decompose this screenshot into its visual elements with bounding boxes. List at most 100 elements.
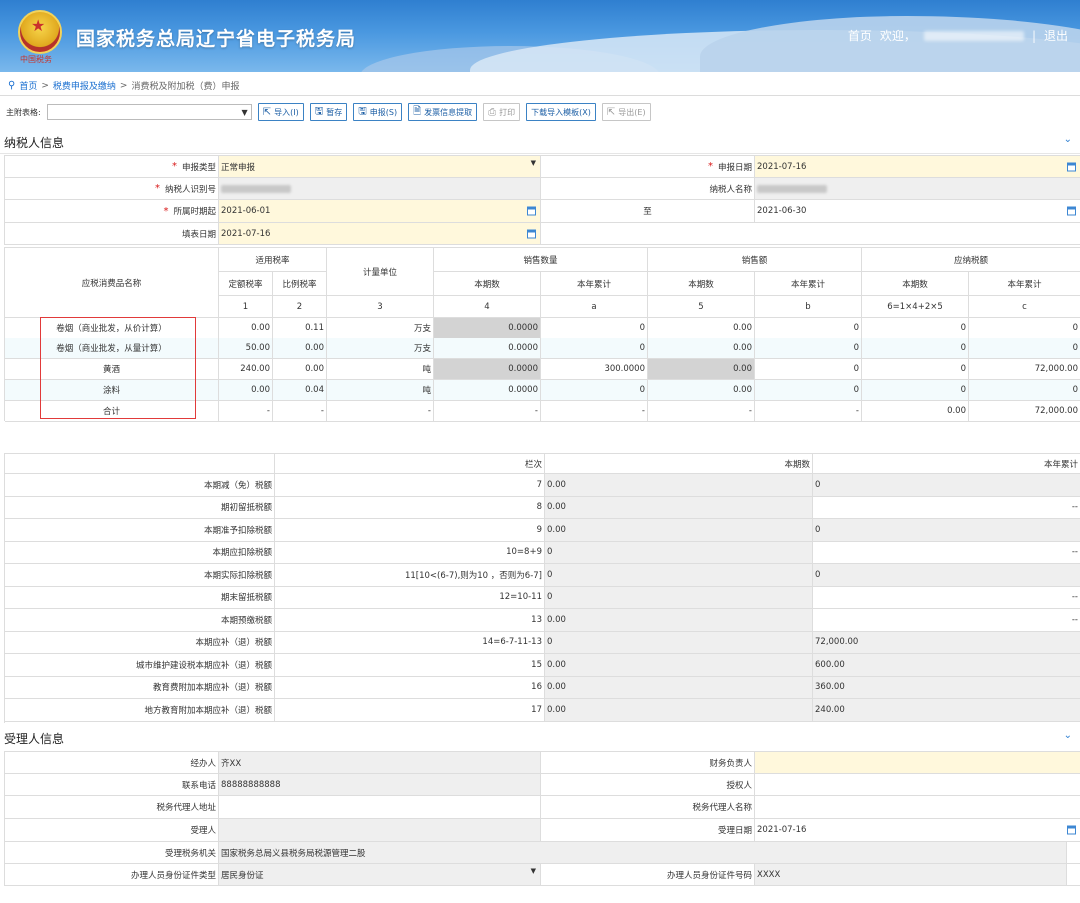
calc-ytd-value[interactable]: -- bbox=[813, 609, 1080, 632]
goods-value-cell[interactable]: 0.00 bbox=[273, 338, 327, 359]
goods-value-cell[interactable]: 0 bbox=[969, 318, 1080, 339]
calc-current-value[interactable]: 0.00 bbox=[545, 699, 813, 722]
fill-date-field[interactable]: 2021-07-16 bbox=[219, 223, 541, 245]
save-icon: 🖫 bbox=[314, 105, 324, 117]
col-header-current: 本期数 bbox=[862, 272, 969, 296]
col-code: b bbox=[755, 296, 862, 318]
goods-value-cell[interactable]: 0 bbox=[541, 380, 648, 401]
submit-button[interactable]: 🖫 申报(S) bbox=[353, 103, 403, 121]
calc-current-value[interactable]: 0 bbox=[545, 586, 813, 609]
calc-row-line: 17 bbox=[275, 699, 545, 722]
calc-ytd-value[interactable]: -- bbox=[813, 542, 1080, 564]
goods-value-cell[interactable]: 50.00 bbox=[219, 338, 273, 359]
col-header-unit: 计量单位 bbox=[327, 248, 434, 296]
printer-icon: ⎙ bbox=[488, 106, 497, 118]
goods-value-cell[interactable]: 0 bbox=[862, 318, 969, 339]
calc-current-value[interactable]: 0.00 bbox=[545, 496, 813, 519]
agent-addr-field[interactable] bbox=[219, 796, 541, 819]
goods-value-cell[interactable]: 0 bbox=[755, 380, 862, 401]
calc-ytd-value[interactable]: -- bbox=[813, 497, 1080, 519]
goods-value-cell[interactable]: 0.00 bbox=[648, 338, 755, 359]
form-select[interactable]: ▼ bbox=[46, 104, 252, 120]
cfo-field[interactable] bbox=[755, 752, 1080, 774]
invoice-extract-button[interactable]: 🗎 发票信息提取 bbox=[408, 103, 478, 121]
goods-value-cell[interactable]: 0 bbox=[862, 359, 969, 380]
goods-value-cell[interactable]: 0.11 bbox=[273, 318, 327, 339]
breadcrumb-home[interactable]: 首页 bbox=[19, 79, 37, 92]
col-header-ytd: 本年累计 bbox=[755, 272, 862, 296]
breadcrumb-tax-declaration[interactable]: 税费申报及缴纳 bbox=[53, 79, 116, 92]
id-type-select[interactable]: 居民身份证 ▼ bbox=[219, 864, 541, 886]
taxpayer-form: * 申报类型 正常申报 ▼ * 申报日期 2021-07-16 * 纳税人识别号 纳税人… bbox=[4, 155, 1080, 245]
period-end-field[interactable]: 2021-06-30 bbox=[755, 200, 1080, 223]
goods-value-cell[interactable]: 72,000.00 bbox=[969, 359, 1080, 380]
calc-header-ytd: 本年累计 bbox=[813, 454, 1080, 474]
breadcrumb-separator: > bbox=[41, 80, 49, 91]
calc-current-value[interactable]: 0.00 bbox=[545, 474, 813, 497]
chevron-down-icon[interactable]: ⌄ bbox=[1064, 730, 1072, 741]
goods-value-cell[interactable]: 0.0000 bbox=[434, 318, 541, 339]
recv-date-field[interactable]: 2021-07-16 bbox=[755, 819, 1080, 842]
home-link[interactable]: 首页 bbox=[848, 27, 872, 44]
calc-ytd-value[interactable]: 600.00 bbox=[813, 654, 1080, 677]
agent-name-field[interactable] bbox=[755, 796, 1080, 819]
caret-down-icon: ▼ bbox=[530, 867, 536, 875]
goods-value-cell[interactable]: 0.04 bbox=[273, 380, 327, 401]
calc-row-label: 本期预缴税额 bbox=[5, 609, 275, 632]
goods-value-cell[interactable]: 0 bbox=[969, 380, 1080, 401]
goods-value-cell[interactable]: 0.00 bbox=[648, 318, 755, 339]
goods-value-cell[interactable]: 0 bbox=[969, 338, 1080, 359]
calc-current-value[interactable]: 0.00 bbox=[545, 519, 813, 542]
calc-current-value[interactable]: 0.00 bbox=[545, 676, 813, 699]
goods-value-cell[interactable]: 0 bbox=[541, 318, 648, 339]
goods-value-cell[interactable]: 0.0000 bbox=[434, 380, 541, 401]
empty-cell bbox=[541, 223, 1080, 245]
goods-value-cell[interactable]: 0.0000 bbox=[434, 338, 541, 359]
logout-link[interactable]: 退出 bbox=[1044, 27, 1068, 44]
goods-value-cell[interactable]: 0 bbox=[755, 359, 862, 380]
goods-value-cell[interactable]: 0.00 bbox=[648, 359, 755, 380]
calc-ytd-value[interactable]: 0 bbox=[813, 564, 1080, 587]
goods-value-cell[interactable]: 0.0000 bbox=[434, 359, 541, 380]
goods-value-cell[interactable]: 0 bbox=[755, 338, 862, 359]
calc-ytd-value[interactable]: 0 bbox=[813, 474, 1080, 497]
goods-value-cell[interactable]: 0 bbox=[541, 338, 648, 359]
auth-field[interactable] bbox=[755, 774, 1080, 796]
goods-value-cell[interactable]: 0 bbox=[862, 380, 969, 401]
goods-value-cell[interactable]: 0.00 bbox=[273, 359, 327, 380]
print-button[interactable]: ⎙ 打印 bbox=[483, 103, 521, 121]
goods-value-cell[interactable]: 吨 bbox=[327, 380, 434, 401]
download-template-button[interactable]: 下载导入模板(X) bbox=[526, 103, 596, 121]
goods-value-cell[interactable]: 0 bbox=[755, 318, 862, 339]
goods-value-cell[interactable]: 0.00 bbox=[219, 318, 273, 339]
goods-value-cell[interactable]: 万支 bbox=[327, 338, 434, 359]
goods-value-cell[interactable]: 240.00 bbox=[219, 359, 273, 380]
phone-field[interactable]: 88888888888 bbox=[219, 774, 541, 796]
import-button[interactable]: ⇱ 导入(I) bbox=[257, 103, 304, 121]
handler-field[interactable]: 齐XX bbox=[219, 752, 541, 774]
goods-value-cell[interactable]: 300.0000 bbox=[541, 359, 648, 380]
calc-current-value[interactable]: 0 bbox=[545, 541, 813, 564]
goods-value-cell[interactable]: 吨 bbox=[327, 359, 434, 380]
calc-current-value[interactable]: 0.00 bbox=[545, 654, 813, 677]
save-button[interactable]: 🖫 暂存 bbox=[309, 103, 348, 121]
calc-ytd-value[interactable]: 0 bbox=[813, 519, 1080, 542]
goods-value-cell[interactable]: 0.00 bbox=[219, 380, 273, 401]
chevron-down-icon[interactable]: ⌄ bbox=[1064, 134, 1072, 145]
goods-value-cell[interactable]: 万支 bbox=[327, 318, 434, 339]
calc-current-value[interactable]: 0.00 bbox=[545, 609, 813, 632]
decl-date-field[interactable]: 2021-07-16 bbox=[755, 156, 1080, 178]
goods-value-cell[interactable]: 0 bbox=[862, 338, 969, 359]
export-button[interactable]: ⇱ 导出(E) bbox=[601, 103, 651, 121]
calc-ytd-value[interactable]: -- bbox=[813, 587, 1080, 609]
calc-ytd-value[interactable]: 360.00 bbox=[813, 676, 1080, 699]
calc-ytd-value[interactable]: 240.00 bbox=[813, 699, 1080, 722]
period-start-field[interactable]: 2021-06-01 bbox=[219, 200, 541, 223]
calc-row-label: 本期准予扣除税额 bbox=[5, 519, 275, 542]
calc-ytd-value[interactable]: 72,000.00 bbox=[813, 631, 1080, 654]
calc-current-value[interactable]: 0 bbox=[545, 631, 813, 654]
decl-type-select[interactable]: 正常申报 ▼ bbox=[219, 156, 541, 178]
id-no-field[interactable]: XXXX bbox=[755, 864, 1067, 886]
goods-value-cell[interactable]: 0.00 bbox=[648, 380, 755, 401]
calc-current-value[interactable]: 0 bbox=[545, 564, 813, 587]
